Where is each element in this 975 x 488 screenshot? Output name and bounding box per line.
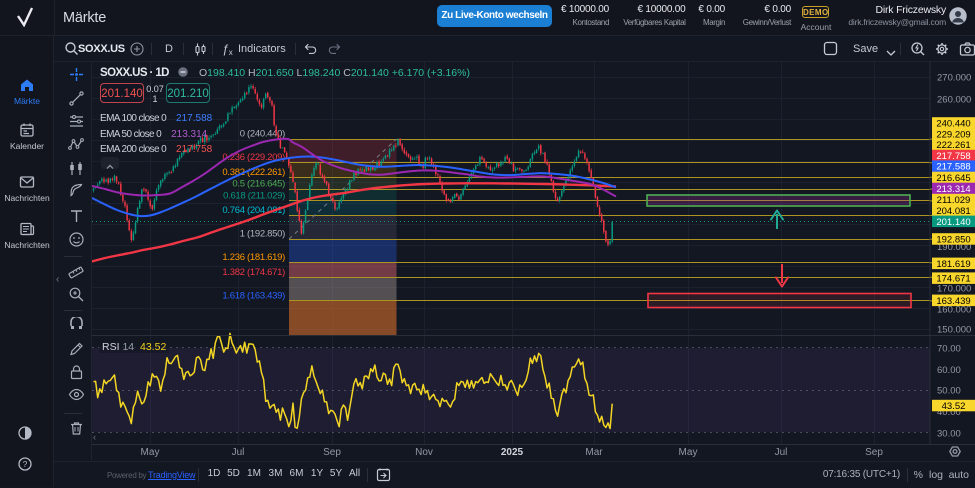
svg-text:229.209: 229.209 — [936, 130, 970, 141]
svg-text:2025: 2025 — [501, 447, 524, 458]
svg-text:217.588: 217.588 — [936, 162, 970, 173]
svg-text:70.00: 70.00 — [937, 344, 961, 355]
svg-text:181.619: 181.619 — [936, 259, 970, 270]
svg-text:50.00: 50.00 — [937, 386, 961, 397]
svg-text:Mar: Mar — [585, 447, 603, 458]
svg-text:174.671: 174.671 — [936, 274, 970, 285]
svg-text:1.382 (174.671): 1.382 (174.671) — [222, 267, 285, 278]
svg-text:222.261: 222.261 — [936, 140, 970, 151]
svg-text:170.000: 170.000 — [937, 283, 971, 294]
svg-text:?: ? — [23, 459, 28, 469]
svg-text:163.439: 163.439 — [936, 296, 970, 307]
svg-text:Jul: Jul — [775, 447, 788, 458]
svg-text:Jul: Jul — [232, 447, 245, 458]
svg-text:201.140: 201.140 — [936, 217, 970, 228]
svg-text:192.850: 192.850 — [936, 235, 970, 246]
svg-text:Nov: Nov — [415, 447, 433, 458]
svg-text:260.000: 260.000 — [937, 95, 971, 106]
svg-text:270.000: 270.000 — [937, 73, 971, 84]
svg-text:0.5 (216.645): 0.5 (216.645) — [232, 179, 285, 190]
svg-text:43.52: 43.52 — [942, 401, 966, 412]
svg-text:1.618 (163.439): 1.618 (163.439) — [222, 290, 285, 301]
svg-text:217.758: 217.758 — [936, 151, 970, 162]
svg-text:213.314: 213.314 — [936, 184, 970, 195]
svg-text:60.00: 60.00 — [937, 365, 961, 376]
svg-text:Sep: Sep — [323, 447, 341, 458]
svg-text:240.440: 240.440 — [936, 119, 970, 130]
svg-text:30.00: 30.00 — [937, 428, 961, 439]
svg-text:204.081: 204.081 — [936, 206, 970, 217]
svg-text:‹: ‹ — [93, 432, 96, 442]
svg-text:1 (192.850): 1 (192.850) — [240, 229, 285, 240]
svg-text:Sep: Sep — [865, 447, 883, 458]
svg-text:May: May — [679, 447, 698, 458]
svg-text:216.645: 216.645 — [936, 173, 970, 184]
svg-text:211.029: 211.029 — [937, 195, 971, 206]
svg-text:150.000: 150.000 — [937, 325, 971, 336]
svg-text:1.236 (181.619): 1.236 (181.619) — [222, 252, 285, 263]
svg-text:May: May — [141, 447, 160, 458]
svg-text:0.618 (211.029): 0.618 (211.029) — [223, 190, 285, 201]
